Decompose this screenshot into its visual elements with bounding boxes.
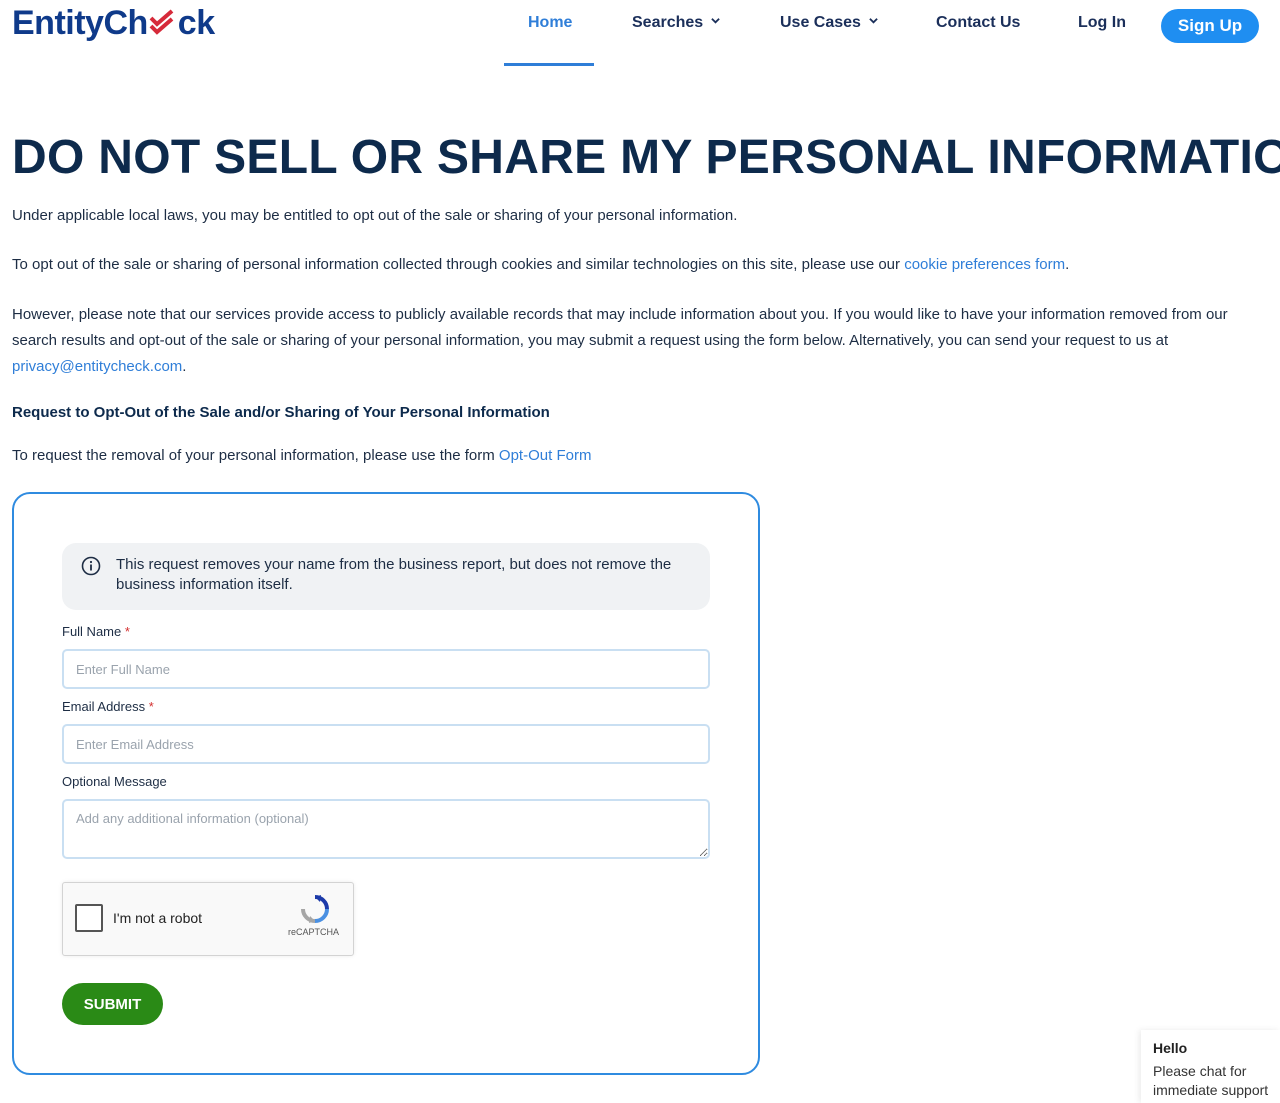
recaptcha-checkbox[interactable] <box>75 904 103 932</box>
chat-line-1: Please chat for <box>1153 1063 1247 1079</box>
opt-out-form-link[interactable]: Opt-Out Form <box>499 447 592 464</box>
full-name-label: Full Name * <box>62 624 130 639</box>
optional-message-label: Optional Message <box>62 774 167 789</box>
recaptcha-widget: I'm not a robot reCAPTCHA <box>62 882 354 956</box>
logo-text-end: ck <box>177 4 215 42</box>
submit-button[interactable]: SUBMIT <box>62 983 163 1025</box>
checkmark-logo-icon <box>149 9 174 35</box>
full-name-label-text: Full Name <box>62 624 122 639</box>
nav-home[interactable]: Home <box>528 14 572 32</box>
chevron-down-icon <box>711 18 720 24</box>
sign-up-button[interactable]: Sign Up <box>1161 9 1259 43</box>
recaptcha-brand: reCAPTCHA <box>288 927 340 937</box>
nav-active-indicator <box>504 63 594 66</box>
page-title: DO NOT SELL OR SHARE MY PERSONAL INFORMA… <box>12 131 1280 184</box>
site-header: EntityCh ck Home Searches Use Cases Cont… <box>0 0 1280 70</box>
nav-contact-us[interactable]: Contact Us <box>936 14 1020 32</box>
info-notice: This request removes your name from the … <box>62 543 710 610</box>
email-label-text: Email Address <box>62 699 146 714</box>
required-mark: * <box>148 699 154 714</box>
public-records-text-end: . <box>182 358 187 375</box>
recaptcha-logo-icon <box>301 895 329 923</box>
email-label: Email Address * <box>62 699 154 714</box>
optional-message-textarea[interactable] <box>62 799 710 859</box>
email-input[interactable] <box>62 724 710 764</box>
required-mark: * <box>124 624 130 639</box>
info-icon <box>81 556 101 576</box>
cookies-text-end: . <box>1065 256 1070 273</box>
chat-widget[interactable]: Hello Please chat for immediate support <box>1141 1030 1280 1103</box>
opt-out-form-card: This request removes your name from the … <box>12 492 760 1075</box>
full-name-input[interactable] <box>62 649 710 689</box>
nav-use-cases[interactable]: Use Cases <box>780 14 878 32</box>
chevron-down-icon <box>869 18 878 24</box>
chat-line-2: immediate support <box>1153 1082 1269 1098</box>
nav-searches-label: Searches <box>632 14 704 31</box>
cookies-paragraph: To opt out of the sale or sharing of per… <box>12 252 1268 278</box>
cookie-preferences-link[interactable]: cookie preferences form <box>904 256 1065 273</box>
privacy-email-link[interactable]: privacy@entitycheck.com <box>12 358 182 375</box>
recaptcha-label: I'm not a robot <box>113 910 203 926</box>
chat-title: Hello <box>1153 1040 1188 1056</box>
nav-log-in[interactable]: Log In <box>1078 14 1126 32</box>
public-records-text: However, please note that our services p… <box>12 306 1228 349</box>
notice-text: This request removes your name from the … <box>116 556 672 593</box>
nav-use-cases-label: Use Cases <box>780 14 861 31</box>
removal-paragraph: To request the removal of your personal … <box>12 443 1268 469</box>
public-records-paragraph: However, please note that our services p… <box>12 302 1268 380</box>
removal-text: To request the removal of your personal … <box>12 447 499 464</box>
cookies-text: To opt out of the sale or sharing of per… <box>12 256 905 273</box>
entitycheck-logo[interactable]: EntityCh ck <box>12 4 215 43</box>
request-heading: Request to Opt-Out of the Sale and/or Sh… <box>12 404 550 421</box>
intro-paragraph: Under applicable local laws, you may be … <box>12 207 738 224</box>
nav-searches[interactable]: Searches <box>632 14 720 32</box>
logo-text-start: EntityCh <box>12 4 148 42</box>
